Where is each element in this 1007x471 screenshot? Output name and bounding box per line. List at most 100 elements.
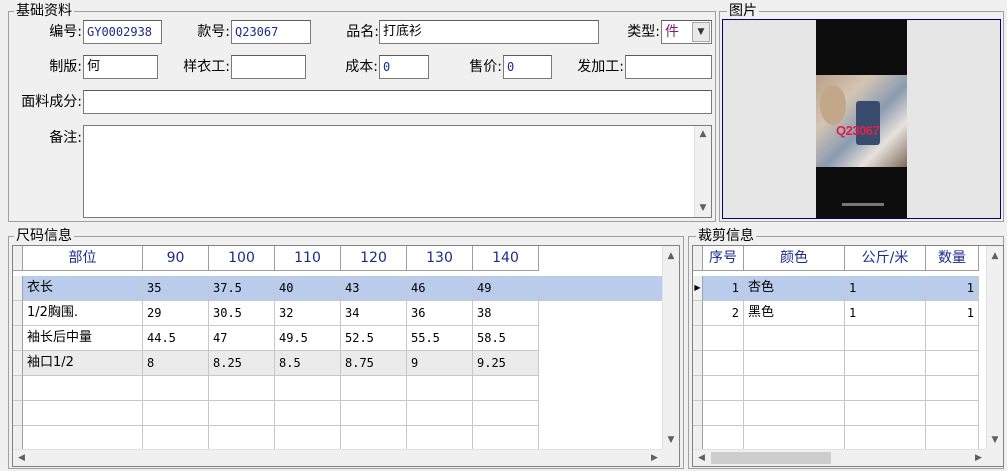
cell-empty[interactable] bbox=[926, 351, 979, 376]
table-row[interactable] bbox=[693, 376, 1003, 401]
cell-empty[interactable] bbox=[926, 326, 979, 351]
cell-empty[interactable] bbox=[926, 426, 979, 451]
cell-value[interactable]: 47 bbox=[209, 326, 275, 351]
table-row[interactable]: ▶ 1 杏色 1 1 bbox=[693, 276, 1003, 301]
table-row[interactable] bbox=[693, 326, 1003, 351]
cell-value[interactable]: 37.5 bbox=[209, 276, 275, 301]
cell-empty[interactable] bbox=[341, 426, 407, 451]
scroll-left-icon[interactable]: ◀ bbox=[693, 450, 710, 466]
cell-empty[interactable] bbox=[744, 426, 845, 451]
row-header[interactable] bbox=[693, 376, 703, 401]
cell-value[interactable]: 36 bbox=[407, 301, 473, 326]
scroll-thumb[interactable] bbox=[711, 452, 831, 464]
cell-value[interactable]: 49 bbox=[473, 276, 539, 301]
table-row[interactable]: 袖长后中量 44.5 47 49.5 52.5 55.5 58.5 bbox=[13, 326, 663, 351]
outsource-field[interactable] bbox=[625, 55, 712, 79]
cell-empty[interactable] bbox=[407, 376, 473, 401]
table-row[interactable] bbox=[13, 426, 663, 451]
cell-value[interactable]: 40 bbox=[275, 276, 341, 301]
cell-empty[interactable] bbox=[275, 376, 341, 401]
cell-empty[interactable] bbox=[845, 326, 926, 351]
cell-empty[interactable] bbox=[845, 426, 926, 451]
size-grid[interactable]: 部位 90 100 110 120 130 140 衣长 35 37.5 40 … bbox=[12, 245, 680, 467]
scroll-down-icon[interactable]: ▼ bbox=[695, 200, 711, 217]
table-row[interactable]: 衣长 35 37.5 40 43 46 49 bbox=[13, 276, 663, 301]
cut-grid[interactable]: 序号 颜色 公斤/米 数量 ▶ 1 杏色 1 1 2 黑色 1 1 ▲ ▼ ◀ … bbox=[692, 245, 1004, 467]
row-header[interactable] bbox=[693, 351, 703, 376]
cell-value[interactable]: 35 bbox=[143, 276, 209, 301]
cell-empty[interactable] bbox=[143, 376, 209, 401]
pattern-field[interactable]: 何 bbox=[83, 55, 158, 79]
remark-textarea[interactable]: ▲ ▼ bbox=[83, 125, 712, 218]
cell-empty[interactable] bbox=[926, 376, 979, 401]
cell-empty[interactable] bbox=[143, 426, 209, 451]
cell-part[interactable]: 衣长 bbox=[23, 276, 143, 301]
cell-value[interactable]: 8.25 bbox=[209, 351, 275, 376]
cell-weight[interactable]: 1 bbox=[845, 301, 926, 326]
row-header[interactable] bbox=[693, 326, 703, 351]
sample-field[interactable] bbox=[231, 55, 306, 79]
cell-value[interactable]: 46 bbox=[407, 276, 473, 301]
cell-value[interactable]: 9 bbox=[407, 351, 473, 376]
cell-empty[interactable] bbox=[275, 401, 341, 426]
cell-empty[interactable] bbox=[744, 401, 845, 426]
cell-value[interactable]: 38 bbox=[473, 301, 539, 326]
cell-value[interactable]: 34 bbox=[341, 301, 407, 326]
cell-empty[interactable] bbox=[209, 376, 275, 401]
size-grid-vscroll[interactable]: ▲ ▼ bbox=[662, 246, 679, 449]
cell-color[interactable]: 杏色 bbox=[744, 276, 845, 301]
scroll-up-icon[interactable]: ▲ bbox=[987, 248, 1003, 265]
row-pointer[interactable]: ▶ bbox=[693, 276, 703, 301]
col-header-100[interactable]: 100 bbox=[209, 246, 275, 271]
row-header[interactable] bbox=[13, 301, 23, 326]
remark-scrollbar[interactable]: ▲ ▼ bbox=[694, 126, 711, 217]
cell-qty[interactable]: 1 bbox=[926, 301, 979, 326]
cell-value[interactable]: 58.5 bbox=[473, 326, 539, 351]
cell-empty[interactable] bbox=[209, 401, 275, 426]
col-header-weight[interactable]: 公斤/米 bbox=[845, 246, 926, 271]
size-grid-hscroll[interactable]: ◀ ▶ bbox=[13, 449, 663, 466]
table-row[interactable] bbox=[693, 401, 1003, 426]
scroll-up-icon[interactable]: ▲ bbox=[663, 248, 679, 265]
cell-empty[interactable] bbox=[744, 351, 845, 376]
cell-empty[interactable] bbox=[275, 426, 341, 451]
cell-value[interactable]: 44.5 bbox=[143, 326, 209, 351]
cell-value[interactable]: 8.75 bbox=[341, 351, 407, 376]
col-header-90[interactable]: 90 bbox=[143, 246, 209, 271]
cell-qty[interactable]: 1 bbox=[926, 276, 979, 301]
col-header-part[interactable]: 部位 bbox=[23, 246, 143, 271]
cell-part[interactable]: 袖口1/2 bbox=[23, 351, 143, 376]
cell-empty[interactable] bbox=[473, 376, 539, 401]
cell-empty[interactable] bbox=[703, 326, 744, 351]
row-header[interactable] bbox=[13, 276, 23, 301]
cell-empty[interactable] bbox=[473, 426, 539, 451]
chevron-down-icon[interactable]: ▼ bbox=[692, 22, 710, 42]
cell-value[interactable]: 30.5 bbox=[209, 301, 275, 326]
cell-empty[interactable] bbox=[407, 426, 473, 451]
cell-empty[interactable] bbox=[23, 426, 143, 451]
cell-value[interactable]: 29 bbox=[143, 301, 209, 326]
row-header[interactable] bbox=[13, 351, 23, 376]
cell-value[interactable]: 32 bbox=[275, 301, 341, 326]
cell-empty[interactable] bbox=[744, 376, 845, 401]
row-header[interactable] bbox=[13, 426, 23, 451]
type-select[interactable]: 件 ▼ bbox=[661, 20, 712, 44]
table-row[interactable]: 2 黑色 1 1 bbox=[693, 301, 1003, 326]
cut-grid-vscroll[interactable]: ▲ ▼ bbox=[986, 246, 1003, 449]
row-header[interactable] bbox=[13, 326, 23, 351]
col-header-120[interactable]: 120 bbox=[341, 246, 407, 271]
cell-value[interactable]: 8.5 bbox=[275, 351, 341, 376]
table-row[interactable] bbox=[13, 376, 663, 401]
table-row[interactable] bbox=[693, 426, 1003, 451]
cell-empty[interactable] bbox=[703, 351, 744, 376]
cell-part[interactable]: 1/2胸围. bbox=[23, 301, 143, 326]
cell-value[interactable]: 49.5 bbox=[275, 326, 341, 351]
row-header[interactable] bbox=[693, 426, 703, 451]
cell-empty[interactable] bbox=[473, 401, 539, 426]
cell-empty[interactable] bbox=[845, 401, 926, 426]
cell-part[interactable]: 袖长后中量 bbox=[23, 326, 143, 351]
picture-frame[interactable]: Q23067 bbox=[722, 19, 1001, 219]
cell-empty[interactable] bbox=[209, 426, 275, 451]
scroll-right-icon[interactable]: ▶ bbox=[646, 450, 663, 466]
cell-empty[interactable] bbox=[341, 401, 407, 426]
